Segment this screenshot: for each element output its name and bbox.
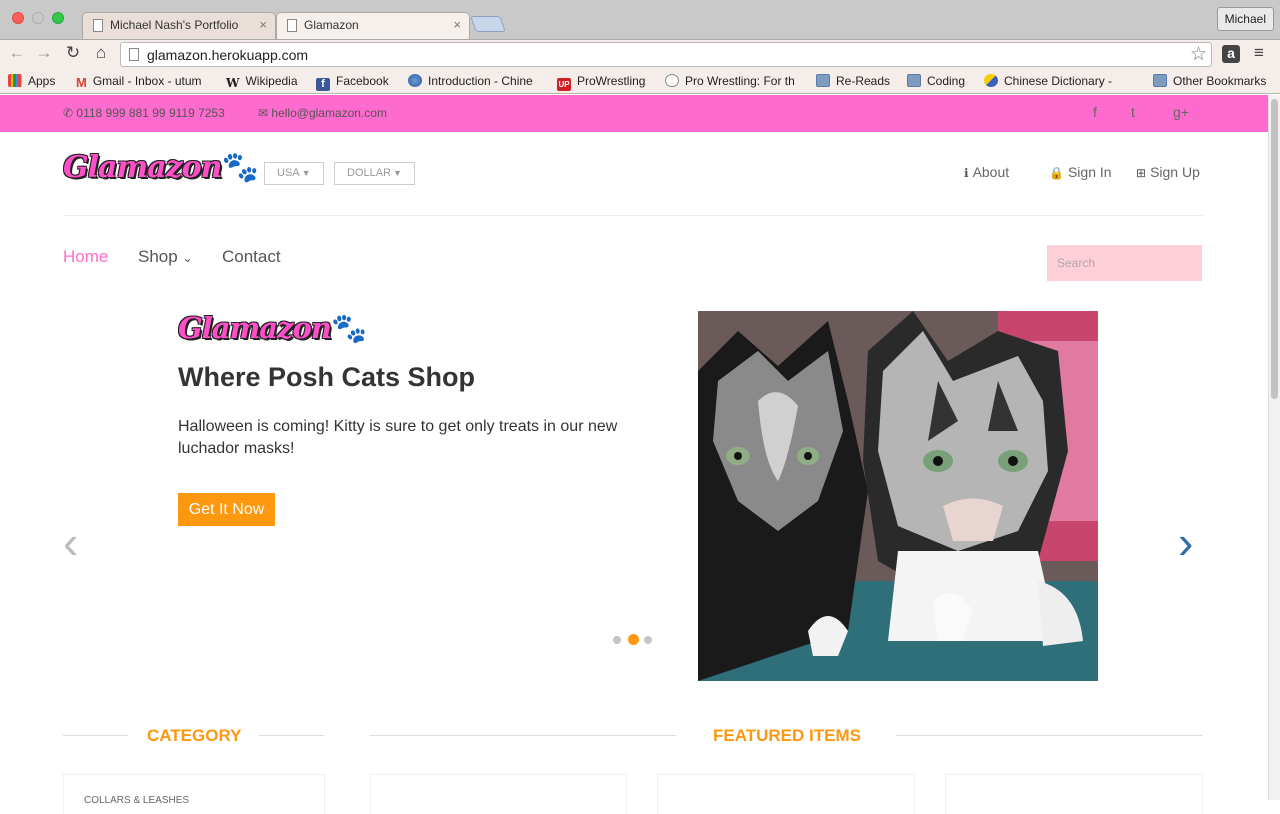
tab-close-icon[interactable]: × [259,17,267,32]
bookmarks-bar: Apps M Gmail - Inbox - utum W Wikipedia fF… [0,69,1280,94]
facebook-icon[interactable]: f [1093,104,1097,120]
minimize-window-button[interactable] [32,12,44,24]
address-bar[interactable]: glamazon.herokuapp.com ☆ [120,42,1212,67]
apps-grid-icon [8,74,22,87]
section-rule [259,735,324,736]
page-scrollbar[interactable] [1268,95,1280,800]
bookmark-apps[interactable]: Apps [8,74,55,88]
plus-square-icon: ⊞ [1136,166,1147,180]
bookmark-introduction[interactable]: Introduction - Chine [408,74,542,88]
glamazon-logo[interactable]: Glamazon🐾 [63,150,259,185]
caret-down-icon: ▼ [393,168,402,178]
bookmark-pro-wrestling-reddit[interactable]: Pro Wrestling: For th [665,74,800,88]
folder-icon [1153,74,1167,87]
up-icon: UP [557,78,571,91]
new-tab-button[interactable] [470,16,506,32]
nav-shop[interactable]: Shop ⌄ [138,247,193,267]
nav-home[interactable]: Home [63,247,108,267]
bookmark-other[interactable]: Other Bookmarks [1153,74,1266,88]
category-item[interactable]: COLLARS & LEASHES [84,795,189,806]
phone-icon: ✆ [63,106,74,120]
product-card[interactable] [370,774,627,814]
bookmark-coding[interactable]: Coding [907,74,965,88]
tab-close-icon[interactable]: × [453,17,461,32]
slider-dot-1[interactable] [613,636,621,644]
paw-icon: 🐾 [221,150,259,185]
paw-icon: 🐾 [330,311,367,345]
slider-dot-3[interactable] [644,636,652,644]
tab-title: Michael Nash's Portfolio [110,18,239,32]
slider-prev-arrow-icon[interactable]: ‹ [63,515,78,569]
close-window-button[interactable] [12,12,24,24]
gmail-icon: M [76,75,87,88]
sign-in-link[interactable]: 🔒 Sign In [1049,164,1112,180]
maximize-window-button[interactable] [52,12,64,24]
tab-title: Glamazon [304,18,359,32]
page-icon [129,48,139,61]
contact-bar: ✆ 0118 999 881 99 9119 7253 ✉ hello@glam… [0,95,1268,132]
search-input[interactable] [1047,245,1202,281]
page-icon [93,19,103,32]
hero-description: Halloween is coming! Kitty is sure to ge… [178,418,618,457]
browser-toolbar: ← → ↻ ⌂ glamazon.herokuapp.com ☆ a ≡ [0,39,1280,69]
nav-contact[interactable]: Contact [222,247,281,267]
back-arrow-icon[interactable]: ← [6,43,28,63]
header-divider [63,215,1203,216]
bookmark-rereads[interactable]: Re-Reads [816,74,890,88]
dictionary-icon [984,74,998,87]
page-icon [287,19,297,32]
lock-icon: 🔒 [1049,166,1064,180]
country-dropdown[interactable]: USA ▼ [264,162,324,185]
twitter-icon[interactable]: t [1131,104,1135,120]
email-contact[interactable]: ✉ hello@glamazon.com [258,106,387,120]
sign-up-link[interactable]: ⊞ Sign Up [1136,164,1200,180]
bookmark-star-icon[interactable]: ☆ [1190,43,1207,66]
facebook-icon: f [316,78,330,91]
bookmark-chinese-dictionary[interactable]: Chinese Dictionary - [984,74,1119,88]
get-it-now-button[interactable]: Get It Now [178,493,275,526]
slider-next-arrow-icon[interactable]: › [1178,515,1193,569]
category-panel [63,774,325,814]
chevron-down-icon: ⌄ [182,251,193,265]
folder-icon [816,74,830,87]
forward-arrow-icon[interactable]: → [33,43,55,63]
luchador-cats-image [698,311,1098,681]
category-heading: CATEGORY [147,726,242,745]
info-icon: ℹ [964,166,969,180]
section-rule [370,735,676,736]
caret-down-icon: ▼ [301,168,311,178]
product-card[interactable] [945,774,1203,814]
featured-items-heading: FEATURED ITEMS [713,726,861,745]
currency-dropdown[interactable]: DOLLAR ▼ [334,162,415,185]
reload-icon[interactable]: ↻ [62,43,84,63]
phone-contact: ✆ 0118 999 881 99 9119 7253 [63,106,225,120]
browser-tab-strip: Michael Nash's Portfolio × Glamazon × Mi… [0,0,1280,39]
url-text: glamazon.herokuapp.com [147,47,309,63]
reddit-icon [665,74,679,87]
hero-title: Where Posh Cats Shop [178,362,476,392]
envelope-icon: ✉ [258,106,269,120]
tab-portfolio[interactable]: Michael Nash's Portfolio × [82,12,276,39]
profile-button[interactable]: Michael [1216,7,1274,31]
product-card[interactable] [657,774,915,814]
scrollbar-thumb[interactable] [1271,99,1278,399]
tab-glamazon[interactable]: Glamazon × [276,12,470,39]
folder-icon [907,74,921,87]
bookmark-gmail[interactable]: M Gmail - Inbox - utum [76,74,210,88]
menu-icon[interactable]: ≡ [1254,43,1264,63]
bookmark-wikipedia[interactable]: W Wikipedia [226,74,298,89]
home-icon[interactable]: ⌂ [90,43,112,63]
section-rule [63,735,128,736]
hero-logo: Glamazon🐾 [178,311,367,345]
about-link[interactable]: ℹ About [964,164,1009,180]
google-plus-icon[interactable]: g+ [1173,104,1189,120]
bookmark-prowrestling[interactable]: UP ProWrestling [557,74,645,91]
section-rule [896,735,1203,736]
amazon-extension-icon[interactable]: a [1222,45,1240,63]
slider-dot-2[interactable] [628,634,639,645]
bookmark-facebook[interactable]: f Facebook [316,74,389,91]
wikipedia-icon: W [226,76,240,89]
globe-icon [408,74,422,87]
